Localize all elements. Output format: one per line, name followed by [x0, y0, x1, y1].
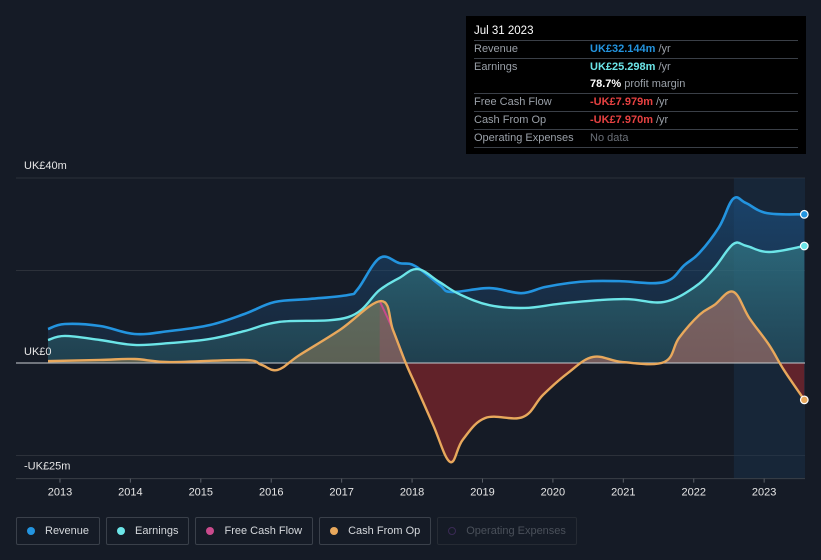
tooltip-date: Jul 31 2023: [474, 23, 798, 41]
x-tick-label: 2017: [329, 487, 353, 499]
legend-label: Earnings: [135, 525, 179, 537]
revenue-end-marker: [799, 209, 809, 219]
profit-margin-label: profit margin: [624, 78, 686, 90]
x-tick-label: 2019: [470, 487, 494, 499]
tooltip-value: -UK£7.979m: [590, 96, 653, 108]
legend-item-free-cash-flow[interactable]: Free Cash Flow: [195, 517, 314, 545]
tooltip-label: Operating Expenses: [474, 132, 574, 144]
tooltip-unit: /yr: [655, 114, 669, 126]
cash-from-op-dot-icon: [330, 527, 339, 535]
legend-item-revenue[interactable]: Revenue: [16, 517, 101, 545]
legend: Revenue Earnings Free Cash Flow Cash Fro…: [16, 517, 577, 545]
x-tick-label: 2022: [681, 487, 705, 499]
y-tick-label: UK£0: [24, 346, 52, 358]
legend-item-earnings[interactable]: Earnings: [106, 517, 190, 545]
y-tick-label: -UK£25m: [24, 461, 70, 473]
x-tick-label: 2016: [259, 487, 283, 499]
x-tick-label: 2018: [400, 487, 424, 499]
tooltip-row-opex: Operating Expenses No data: [474, 130, 798, 148]
tooltip-value: UK£25.298m: [590, 61, 656, 73]
tooltip-panel: Jul 31 2023 Revenue UK£32.144m /yr Earni…: [466, 16, 806, 154]
legend-label: Operating Expenses: [466, 525, 566, 537]
profit-margin-value: 78.7%: [590, 78, 622, 90]
x-tick-label: 2013: [48, 487, 72, 499]
legend-label: Free Cash Flow: [224, 525, 303, 537]
x-tick-label: 2021: [611, 487, 635, 499]
tooltip-row-profit-margin: 78.7% profit margin: [474, 76, 798, 94]
x-axis-labels: 2013 2014 2015 2016 2017 2018 2019 2020 2021 2022…: [48, 478, 776, 499]
tooltip-label: Free Cash Flow: [474, 96, 552, 108]
tooltip-unit: /yr: [658, 61, 671, 73]
x-tick-label: 2014: [118, 487, 142, 499]
tooltip-unit: /yr: [655, 96, 669, 108]
tooltip-value: -UK£7.970m: [590, 114, 653, 126]
y-tick-label: UK£40m: [24, 160, 67, 172]
y-axis-labels: UK£40m UK£0 -UK£25m: [24, 160, 70, 473]
earnings-dot-icon: [117, 527, 126, 535]
legend-label: Revenue: [45, 525, 90, 537]
tooltip-value: No data: [590, 132, 629, 144]
x-tick-label: 2023: [752, 487, 776, 499]
operating-expenses-dot-icon: [448, 527, 457, 535]
tooltip-value: UK£32.144m: [590, 43, 656, 55]
tooltip-label: Earnings: [474, 61, 518, 73]
revenue-dot-icon: [27, 527, 35, 535]
tooltip-row-fcf: Free Cash Flow -UK£7.979m /yr: [474, 94, 798, 112]
tooltip-row-cfo: Cash From Op -UK£7.970m /yr: [474, 112, 798, 130]
x-tick-label: 2020: [541, 487, 565, 499]
free-cash-flow-dot-icon: [206, 527, 215, 535]
legend-label: Cash From Op: [348, 525, 421, 537]
cash-from-op-end-marker: [799, 395, 809, 405]
tooltip-label: Cash From Op: [474, 114, 547, 126]
tooltip-row-revenue: Revenue UK£32.144m /yr: [474, 41, 798, 59]
legend-item-operating-expenses[interactable]: Operating Expenses: [437, 517, 577, 545]
tooltip-label: Revenue: [474, 43, 519, 55]
tooltip-label: [474, 76, 590, 93]
earnings-end-marker: [799, 241, 809, 251]
x-tick-label: 2015: [189, 487, 213, 499]
tooltip-unit: /yr: [658, 43, 671, 55]
legend-item-cash-from-op[interactable]: Cash From Op: [319, 517, 432, 545]
tooltip-row-earnings: Earnings UK£25.298m /yr: [474, 59, 798, 76]
